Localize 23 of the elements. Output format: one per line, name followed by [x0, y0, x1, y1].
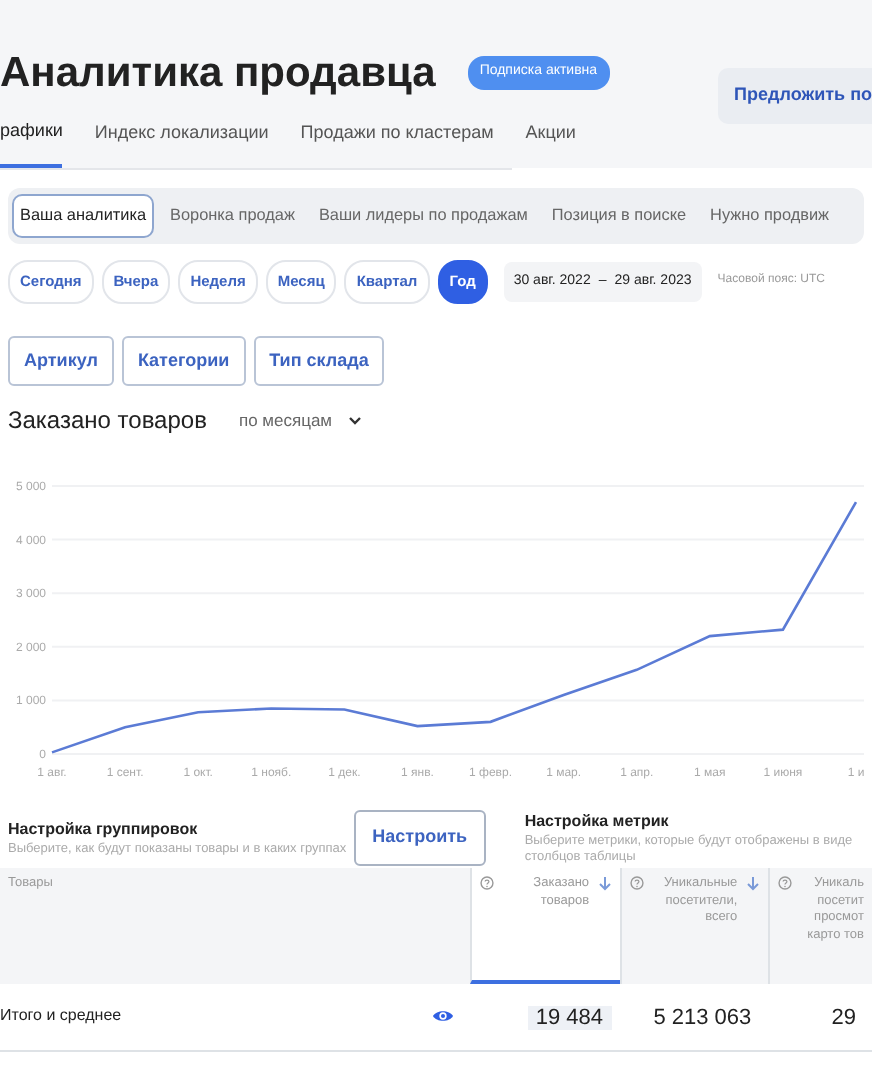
suggest-button[interactable]: Предложить по [718, 68, 872, 123]
grouping-button[interactable]: Тип склада [253, 335, 385, 387]
table-cell-text: 5 213 063 [651, 1006, 754, 1031]
page-title: Аналитика продавца [0, 52, 436, 94]
period-select[interactable]: по месяцам [238, 407, 363, 433]
section-tab[interactable]: Ваши лидеры по продажам [310, 194, 536, 239]
nav-tab[interactable]: рафики [0, 110, 63, 167]
section-tab[interactable]: Ваша аналитика [12, 194, 155, 239]
section-tab[interactable]: Позиция в поиске [543, 194, 695, 239]
section-tab[interactable]: Нужно продвиж [702, 194, 838, 239]
nav-tab[interactable]: Индекс локализации [94, 110, 269, 167]
row-label: Итого и среднее [0, 1004, 122, 1029]
metric-settings-title: Настройка метрик [524, 810, 671, 834]
grouping-button[interactable]: Артикул [8, 335, 114, 387]
nav-tab[interactable]: Продажи по кластерам [300, 110, 494, 167]
table-cell-text: 29 [829, 1006, 858, 1031]
section-tab[interactable]: Воронка продаж [162, 194, 303, 239]
chart-title: Заказано товаров [8, 404, 207, 439]
grouping-settings-title: Настройка группировок [8, 817, 200, 842]
configure-button[interactable]: Настроить [354, 810, 486, 866]
table-cell: 19 484 [527, 1006, 612, 1031]
nav-tab[interactable]: Акции [525, 110, 576, 167]
grouping-button[interactable]: Категории [121, 335, 246, 387]
